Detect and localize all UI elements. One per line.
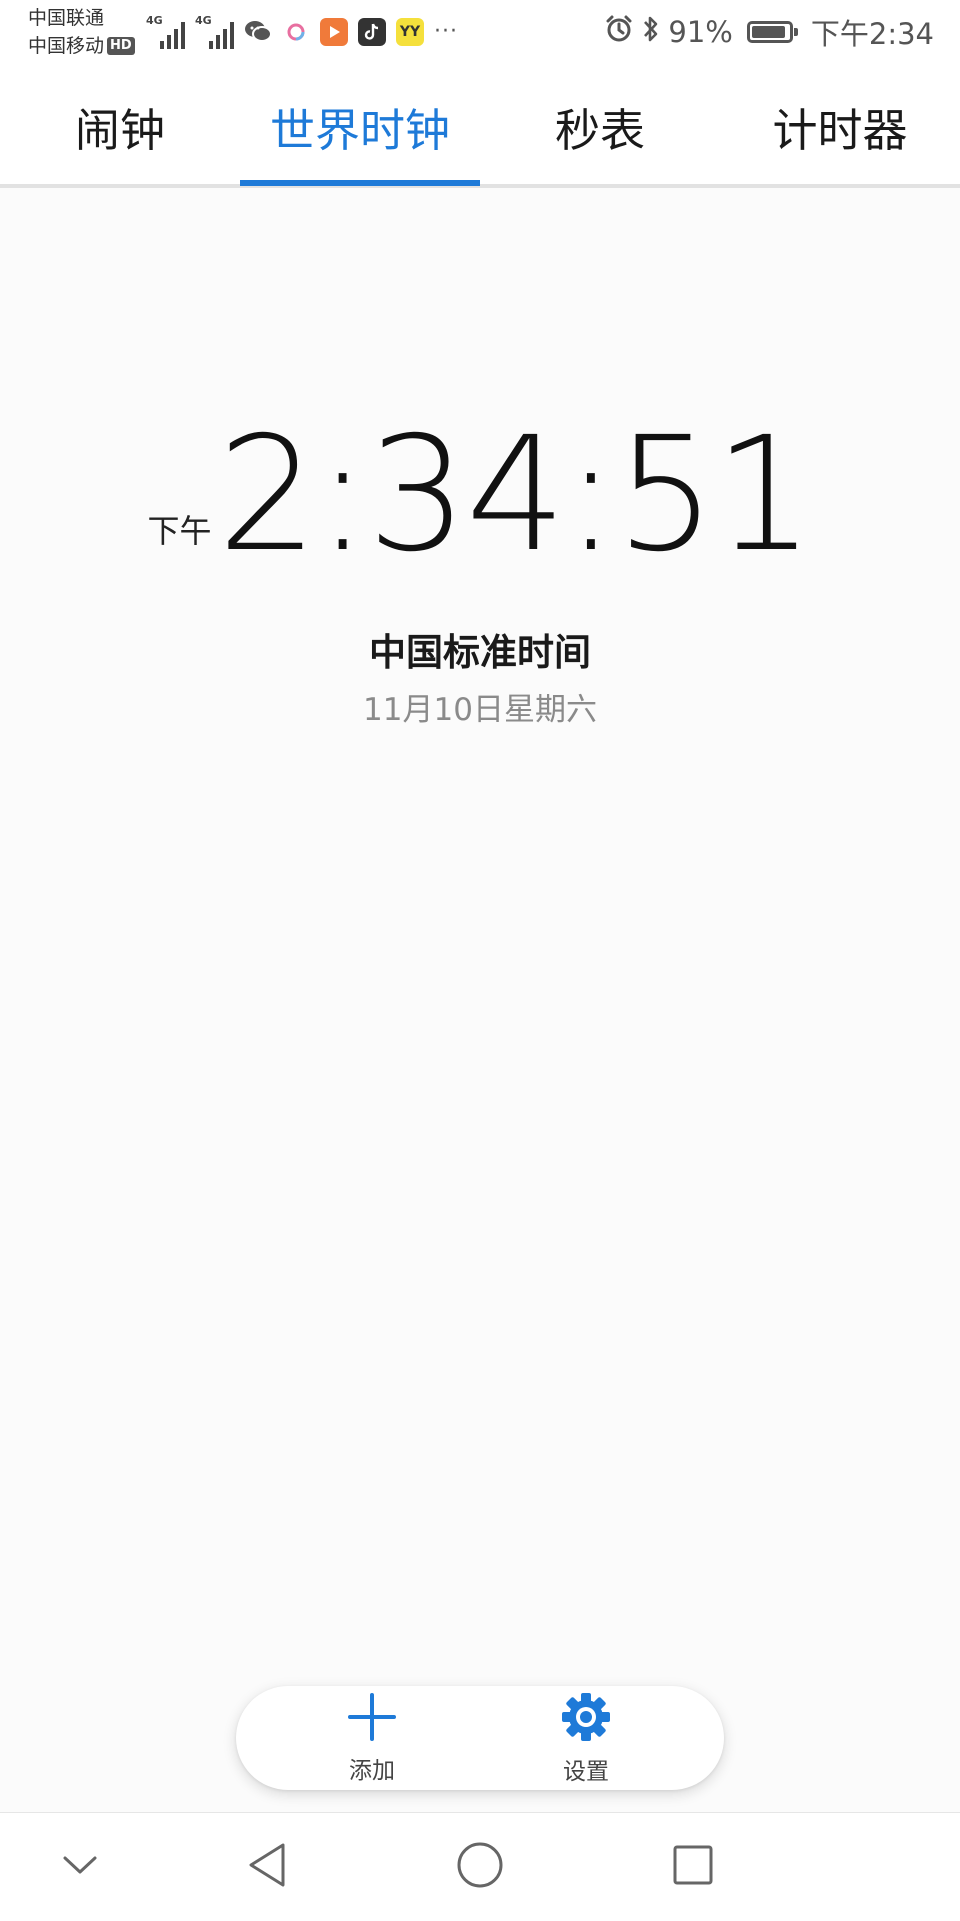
timezone-name: 中国标准时间	[369, 631, 591, 674]
tab-bar: 闹钟 世界时钟 秒表 计时器	[0, 68, 960, 188]
tab-world-clock-label: 世界时钟	[269, 103, 450, 157]
nav-back-button[interactable]	[207, 1813, 327, 1921]
alarm-icon	[604, 14, 634, 51]
signal-2-label: 4G	[195, 14, 212, 27]
tab-alarm[interactable]: 闹钟	[0, 68, 240, 184]
signal-icon-2: 4G	[195, 15, 234, 49]
tiktok-icon	[358, 18, 386, 46]
back-icon	[245, 1841, 289, 1893]
plus-icon	[346, 1691, 398, 1747]
nav-recents-button[interactable]	[633, 1813, 753, 1921]
settings-label: 设置	[563, 1759, 609, 1785]
local-clock: 下午 2:34:51	[0, 403, 960, 587]
active-tab-indicator	[240, 180, 480, 186]
add-button[interactable]: 添加	[272, 1686, 472, 1790]
clock-time: 2:34:51	[217, 403, 814, 587]
app-ring-icon	[282, 18, 310, 46]
system-nav-bar	[0, 1812, 960, 1921]
clock-ampm: 下午	[147, 512, 212, 550]
wechat-icon	[244, 18, 272, 46]
action-pill: 添加 设置	[236, 1686, 724, 1790]
home-icon	[456, 1841, 504, 1893]
gear-icon	[559, 1690, 613, 1748]
status-left-icons: 4G 4G YY ···	[146, 12, 458, 52]
status-time: 下午2:34	[810, 17, 934, 51]
add-label: 添加	[349, 1758, 395, 1784]
battery-fill	[751, 26, 785, 38]
settings-button[interactable]: 设置	[486, 1686, 686, 1790]
status-bar: 中国联通 中国移动 HD 4G 4G YY ··· 91% 下午2:34	[0, 0, 960, 68]
more-notifications-icon: ···	[434, 19, 458, 44]
recents-icon	[671, 1843, 715, 1891]
battery-icon	[746, 21, 798, 43]
chevron-down-icon	[60, 1853, 100, 1881]
nav-home-button[interactable]	[420, 1813, 540, 1921]
nav-hide-button[interactable]	[20, 1813, 140, 1921]
carrier-1: 中国联通	[28, 7, 105, 29]
tab-timer-label: 计时器	[772, 103, 908, 157]
tab-world-clock[interactable]: 世界时钟	[240, 68, 480, 184]
clock-date: 11月10日星期六	[363, 692, 597, 728]
yy-app-icon: YY	[396, 18, 424, 46]
tab-stopwatch-label: 秒表	[554, 103, 645, 157]
bluetooth-icon	[642, 14, 660, 51]
hd-badge: HD	[107, 37, 135, 55]
video-app-icon	[320, 18, 348, 46]
battery-percent: 91%	[668, 15, 733, 49]
signal-icon-1: 4G	[146, 15, 185, 49]
carrier-2: 中国移动	[28, 35, 105, 57]
tab-timer[interactable]: 计时器	[720, 68, 960, 184]
tab-alarm-label: 闹钟	[74, 103, 165, 157]
tab-stopwatch[interactable]: 秒表	[480, 68, 720, 184]
signal-1-label: 4G	[146, 14, 163, 27]
carrier-info: 中国联通 中国移动 HD	[28, 4, 135, 60]
status-right-icons: 91% 下午2:34	[604, 12, 934, 52]
